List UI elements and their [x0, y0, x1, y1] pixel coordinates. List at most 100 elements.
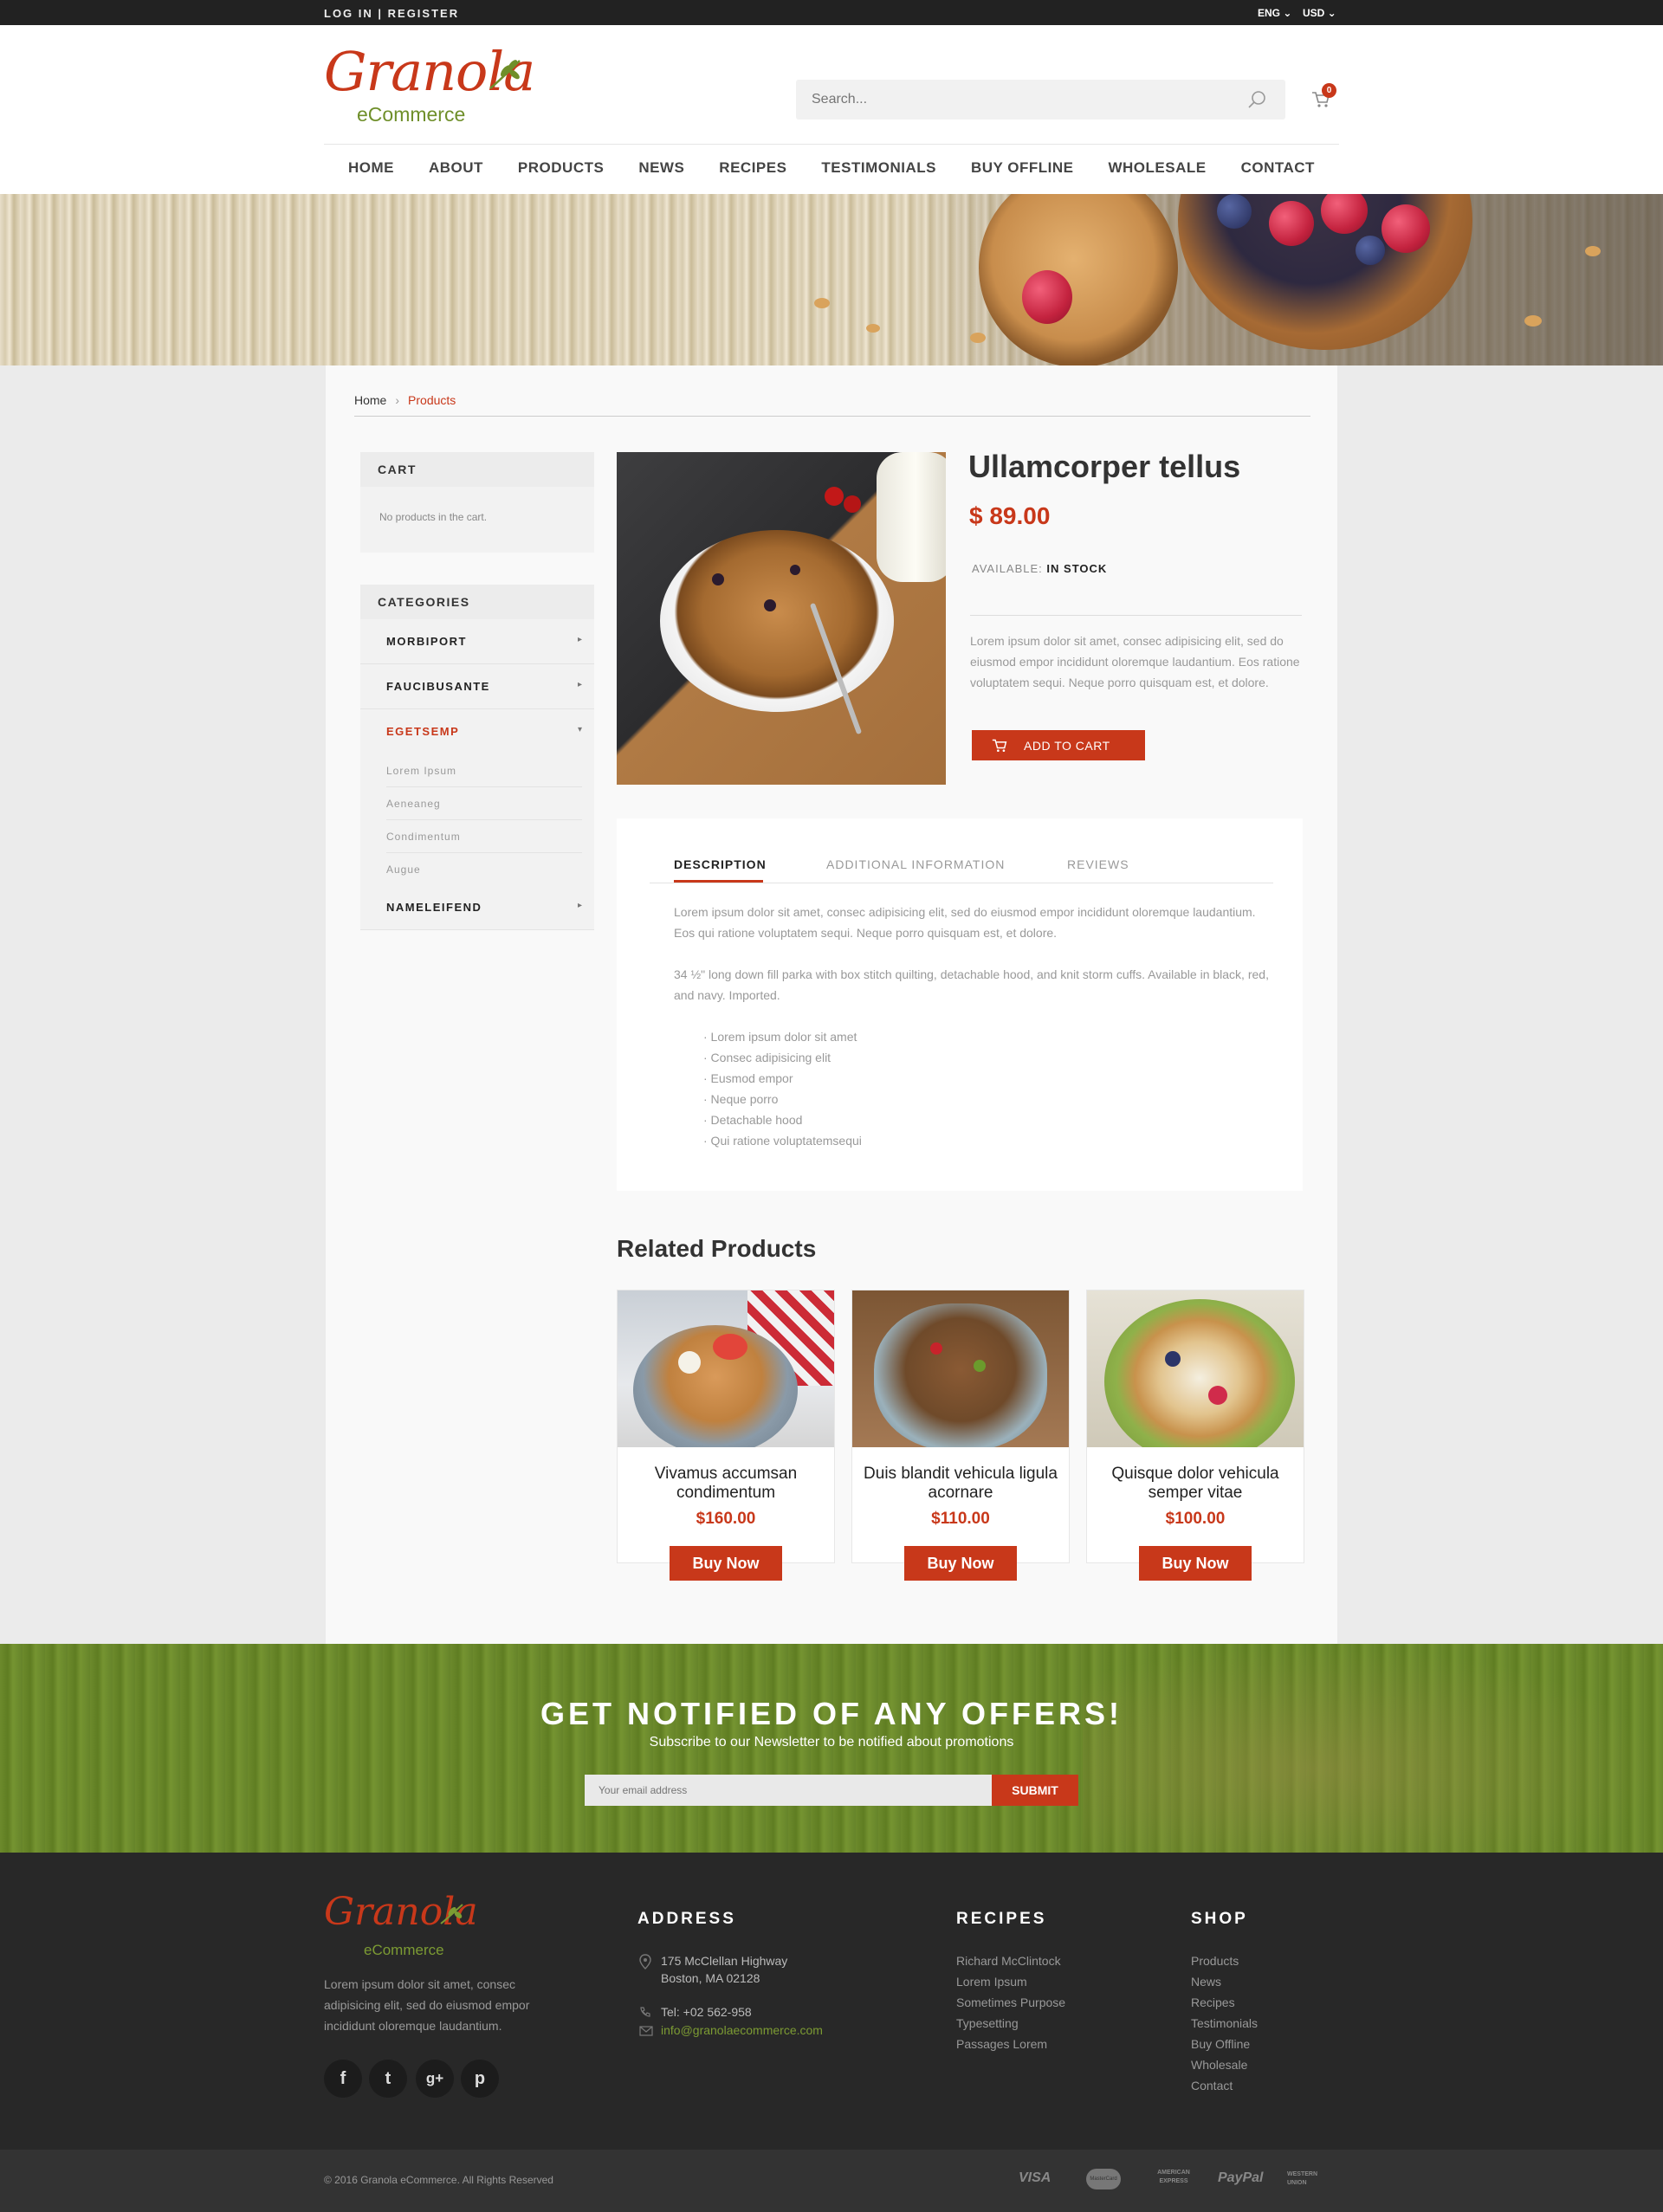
categories-title: CATEGORIES	[360, 585, 594, 619]
pinterest-icon[interactable]: p	[461, 2060, 499, 2098]
buy-now-button[interactable]: Buy Now	[904, 1546, 1017, 1581]
nav-home[interactable]: HOME	[348, 159, 394, 177]
cranberry-image	[930, 1342, 942, 1355]
language-value: ENG	[1258, 7, 1281, 19]
tab-additional-information[interactable]: ADDITIONAL INFORMATION	[826, 857, 1005, 871]
nav-buy-offline[interactable]: BUY OFFLINE	[971, 159, 1074, 177]
email-link[interactable]: info@granolaecommerce.com	[661, 2021, 823, 2039]
related-product-name[interactable]: Quisque dolor vehicula semper vitae	[1087, 1465, 1304, 1503]
tab-reviews[interactable]: REVIEWS	[1067, 857, 1129, 871]
subcategory-condimentum[interactable]: Condimentum	[360, 820, 594, 853]
newsletter-email-input[interactable]	[585, 1775, 992, 1806]
google-plus-icon[interactable]: g+	[416, 2060, 454, 2098]
active-tab-indicator	[674, 880, 763, 883]
twitter-icon[interactable]: t	[369, 2060, 407, 2098]
cart-widget-title: CART	[360, 452, 594, 487]
granola-bowl-image	[660, 530, 894, 712]
top-bar: LOG IN | REGISTER ENG ⌄ USD ⌄	[0, 0, 1663, 25]
footer-logo-subtitle: eCommerce	[364, 1942, 444, 1958]
nav-products[interactable]: PRODUCTS	[518, 159, 604, 177]
footer-recipe-link[interactable]: Sometimes Purpose	[956, 1992, 1065, 2013]
nav-wholesale[interactable]: WHOLESALE	[1108, 159, 1206, 177]
login-register-link[interactable]: LOG IN | REGISTER	[324, 7, 459, 20]
oat-flake-image	[1524, 315, 1542, 327]
subcategory-augue[interactable]: Augue	[360, 853, 594, 886]
footer-shop-link[interactable]: Wholesale	[1191, 2054, 1247, 2075]
related-product-card: Duis blandit vehicula ligula acornare $1…	[851, 1290, 1070, 1581]
category-nameleifend[interactable]: NAMELEIFEND ▸	[360, 885, 594, 930]
footer-shop-link[interactable]: News	[1191, 1971, 1221, 1992]
category-morbiport[interactable]: MORBIPORT ▸	[360, 619, 594, 664]
oat-flake-image	[1585, 246, 1601, 256]
pumpkin-seed-image	[974, 1360, 986, 1372]
related-product-name[interactable]: Vivamus accumsan condimentum	[618, 1465, 834, 1503]
currency-selector[interactable]: USD ⌄	[1303, 7, 1336, 19]
category-egetsemp[interactable]: EGETSEMP ▾	[360, 709, 594, 754]
related-product-name[interactable]: Duis blandit vehicula ligula acornare	[852, 1465, 1069, 1503]
related-product-card: Vivamus accumsan condimentum $160.00 Buy…	[617, 1290, 835, 1581]
product-image[interactable]	[617, 452, 946, 785]
nav-testimonials[interactable]: TESTIMONIALS	[821, 159, 936, 177]
description-bullet: · Neque porro	[703, 1092, 779, 1106]
footer-shop-link[interactable]: Recipes	[1191, 1992, 1235, 2013]
nav-about[interactable]: ABOUT	[429, 159, 483, 177]
subcategory-lorem-ipsum[interactable]: Lorem Ipsum	[360, 754, 594, 787]
footer-recipe-link[interactable]: Passages Lorem	[956, 2034, 1047, 2054]
arrow-down-icon: ▾	[577, 725, 582, 734]
phone-icon	[640, 2007, 650, 2017]
arrow-right-icon: ▸	[577, 635, 582, 644]
footer-bottom-bar	[0, 2150, 1663, 2212]
category-label: NAMELEIFEND	[386, 901, 482, 914]
strawberry-image	[713, 1334, 747, 1360]
mastercard-icon: MasterCard	[1086, 2169, 1121, 2189]
header-divider	[324, 144, 1339, 145]
footer-shop-link[interactable]: Products	[1191, 1950, 1239, 1971]
tab-description[interactable]: DESCRIPTION	[674, 857, 767, 871]
search-input[interactable]	[796, 80, 1212, 120]
logo-subtitle: eCommerce	[357, 103, 466, 126]
footer-recipe-link[interactable]: Lorem Ipsum	[956, 1971, 1027, 1992]
nav-news[interactable]: NEWS	[638, 159, 684, 177]
footer	[0, 1853, 1663, 2150]
nav-recipes[interactable]: RECIPES	[719, 159, 786, 177]
footer-shop-link[interactable]: Contact	[1191, 2075, 1233, 2096]
subcategory-label: Augue	[386, 863, 421, 876]
language-selector[interactable]: ENG ⌄	[1258, 7, 1291, 19]
breadcrumb-home[interactable]: Home	[354, 393, 386, 407]
buy-now-button[interactable]: Buy Now	[1139, 1546, 1252, 1581]
raisin-image	[790, 565, 800, 575]
footer-recipe-link[interactable]: Typesetting	[956, 2013, 1019, 2034]
product-price: $ 89.00	[969, 502, 1051, 529]
buy-now-button[interactable]: Buy Now	[670, 1546, 782, 1581]
footer-address-title: ADDRESS	[637, 1910, 736, 1928]
footer-recipes-title: RECIPES	[956, 1910, 1047, 1928]
wheat-icon	[489, 60, 521, 89]
facebook-icon[interactable]: f	[324, 2060, 362, 2098]
nav-contact[interactable]: CONTACT	[1241, 159, 1315, 177]
subcategory-label: Condimentum	[386, 831, 461, 843]
related-product-image[interactable]	[618, 1290, 834, 1447]
newsletter-subtitle: Subscribe to our Newsletter to be notifi…	[649, 1735, 1014, 1750]
add-to-cart-button[interactable]: ADD TO CART	[972, 730, 1145, 760]
subcategory-aeneaneg[interactable]: Aeneaneg	[360, 787, 594, 820]
arrow-right-icon: ▸	[577, 901, 582, 910]
cereal-bowl-image	[1104, 1299, 1295, 1447]
newsletter-section: GET NOTIFIED OF ANY OFFERS! Subscribe to…	[0, 1644, 1663, 1853]
arrow-right-icon: ▸	[577, 680, 582, 689]
related-product-image[interactable]	[852, 1290, 1069, 1447]
subcategory-label: Aeneaneg	[386, 798, 441, 810]
newsletter-submit-button[interactable]: SUBMIT	[992, 1775, 1078, 1806]
description-bullet: · Eusmod empor	[703, 1071, 793, 1085]
footer-shop-link[interactable]: Testimonials	[1191, 2013, 1258, 2034]
search-box	[796, 80, 1285, 120]
related-product-card: Quisque dolor vehicula semper vitae $100…	[1086, 1290, 1304, 1581]
oat-flake-image	[814, 298, 830, 308]
search-icon[interactable]	[1247, 90, 1266, 109]
category-faucibusante[interactable]: FAUCIBUSANTE ▸	[360, 664, 594, 709]
footer-shop-link[interactable]: Buy Offline	[1191, 2034, 1250, 2054]
footer-recipe-link[interactable]: Richard McClintock	[956, 1950, 1061, 1971]
raspberry-image	[1208, 1386, 1227, 1405]
description-bullet: · Detachable hood	[703, 1113, 803, 1127]
raspberry-image	[1269, 201, 1314, 246]
related-product-image[interactable]	[1087, 1290, 1304, 1447]
